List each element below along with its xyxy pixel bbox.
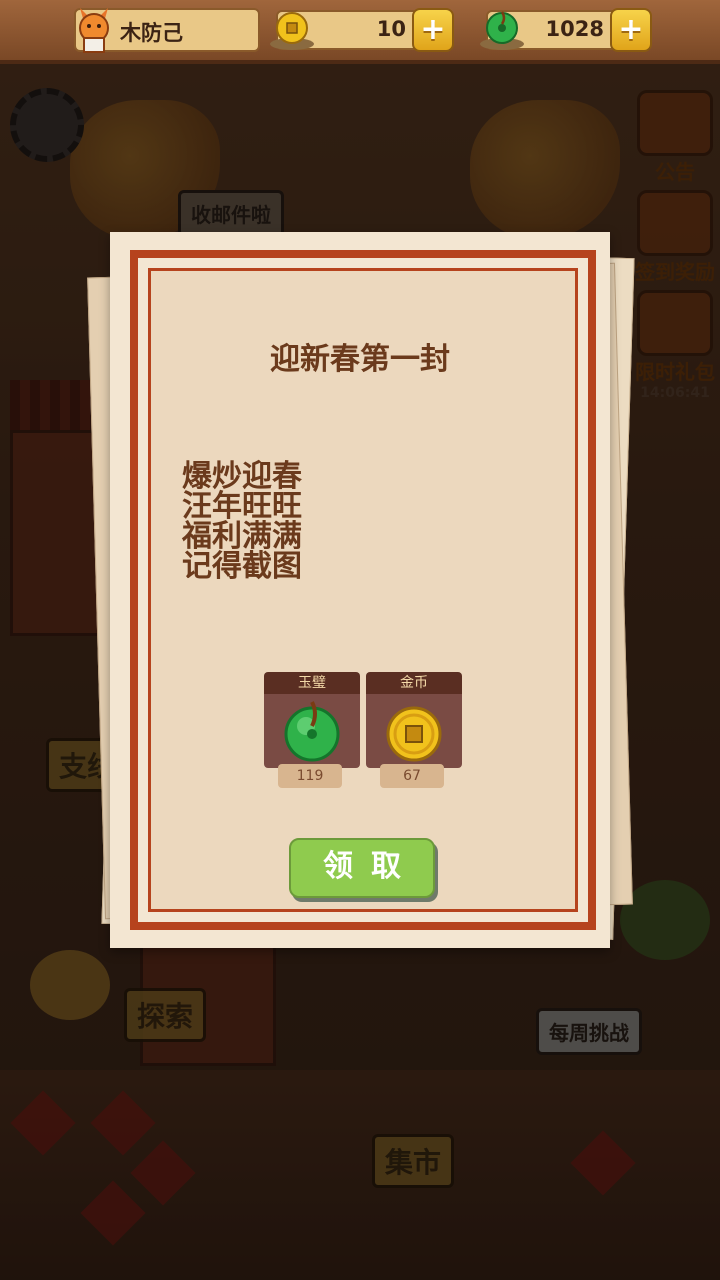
reward-count: 67 xyxy=(380,764,444,788)
reward-count: 119 xyxy=(278,764,342,788)
gold-coin-icon xyxy=(270,12,314,50)
coin-counter: 10 + xyxy=(270,8,454,52)
coin-count: 10 xyxy=(376,17,406,41)
letter-body: 爆炒迎春 汪年旺旺 福利满满 记得截图 xyxy=(182,462,302,582)
claim-button-label: 领取 xyxy=(323,849,419,884)
reward-name: 金币 xyxy=(366,672,462,694)
jade-disc-icon xyxy=(480,11,524,50)
reward-icon-box xyxy=(366,694,462,768)
dog-avatar-icon xyxy=(79,8,109,53)
new-year-letter-dialog: 迎新春第一封 爆炒迎春 汪年旺旺 福利满满 记得截图 玉璧 119 金币 67 xyxy=(110,232,610,948)
claim-button[interactable]: 领取 xyxy=(289,838,435,898)
player-badge[interactable]: 木防己 xyxy=(74,8,260,53)
add-coins-button[interactable]: + xyxy=(412,8,454,52)
jade-disc-icon xyxy=(284,701,340,762)
player-name: 木防己 xyxy=(120,21,183,45)
letter-line: 汪年旺旺 xyxy=(182,489,302,524)
letter-line: 记得截图 xyxy=(182,549,302,584)
letter-title: 迎新春第一封 xyxy=(270,342,450,377)
add-jade-button[interactable]: + xyxy=(610,8,652,52)
plus-icon: + xyxy=(420,12,446,47)
reward-gold-coin[interactable]: 金币 67 xyxy=(366,672,462,790)
letter-line: 福利满满 xyxy=(182,519,302,554)
reward-name: 玉璧 xyxy=(264,672,360,694)
plus-icon: + xyxy=(618,12,644,47)
reward-icon-box xyxy=(264,694,360,768)
jade-count: 1028 xyxy=(545,17,604,41)
gold-coin-icon xyxy=(386,706,442,762)
resource-bar: 木防己 10 + 1028 + xyxy=(0,0,720,64)
letter-line: 爆炒迎春 xyxy=(182,459,302,494)
reward-jade[interactable]: 玉璧 119 xyxy=(264,672,360,790)
jade-counter: 1028 + xyxy=(480,8,652,52)
